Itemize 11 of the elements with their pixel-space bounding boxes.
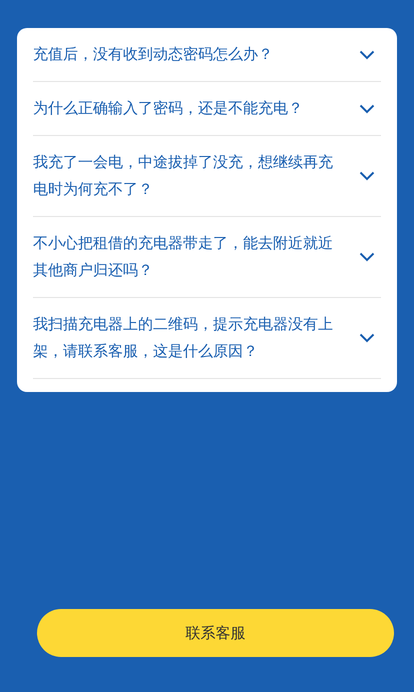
- chevron-down-icon: [359, 171, 375, 181]
- faq-item[interactable]: 为什么正确输入了密码，还是不能充电？: [33, 82, 381, 136]
- chevron-down-icon: [359, 50, 375, 60]
- faq-item[interactable]: 不小心把租借的充电器带走了，能去附近就近其他商户归还吗？: [33, 217, 381, 298]
- contact-service-button[interactable]: 联系客服: [37, 609, 394, 657]
- chevron-down-icon: [359, 104, 375, 114]
- faq-item[interactable]: 我扫描充电器上的二维码，提示充电器没有上架，请联系客服，这是什么原因？: [33, 298, 381, 379]
- faq-item[interactable]: 充值后，没有收到动态密码怎么办？: [33, 28, 381, 82]
- chevron-down-icon: [359, 252, 375, 262]
- faq-item[interactable]: 我充了一会电，中途拔掉了没充，想继续再充电时为何充不了？: [33, 136, 381, 217]
- chevron-down-icon: [359, 333, 375, 343]
